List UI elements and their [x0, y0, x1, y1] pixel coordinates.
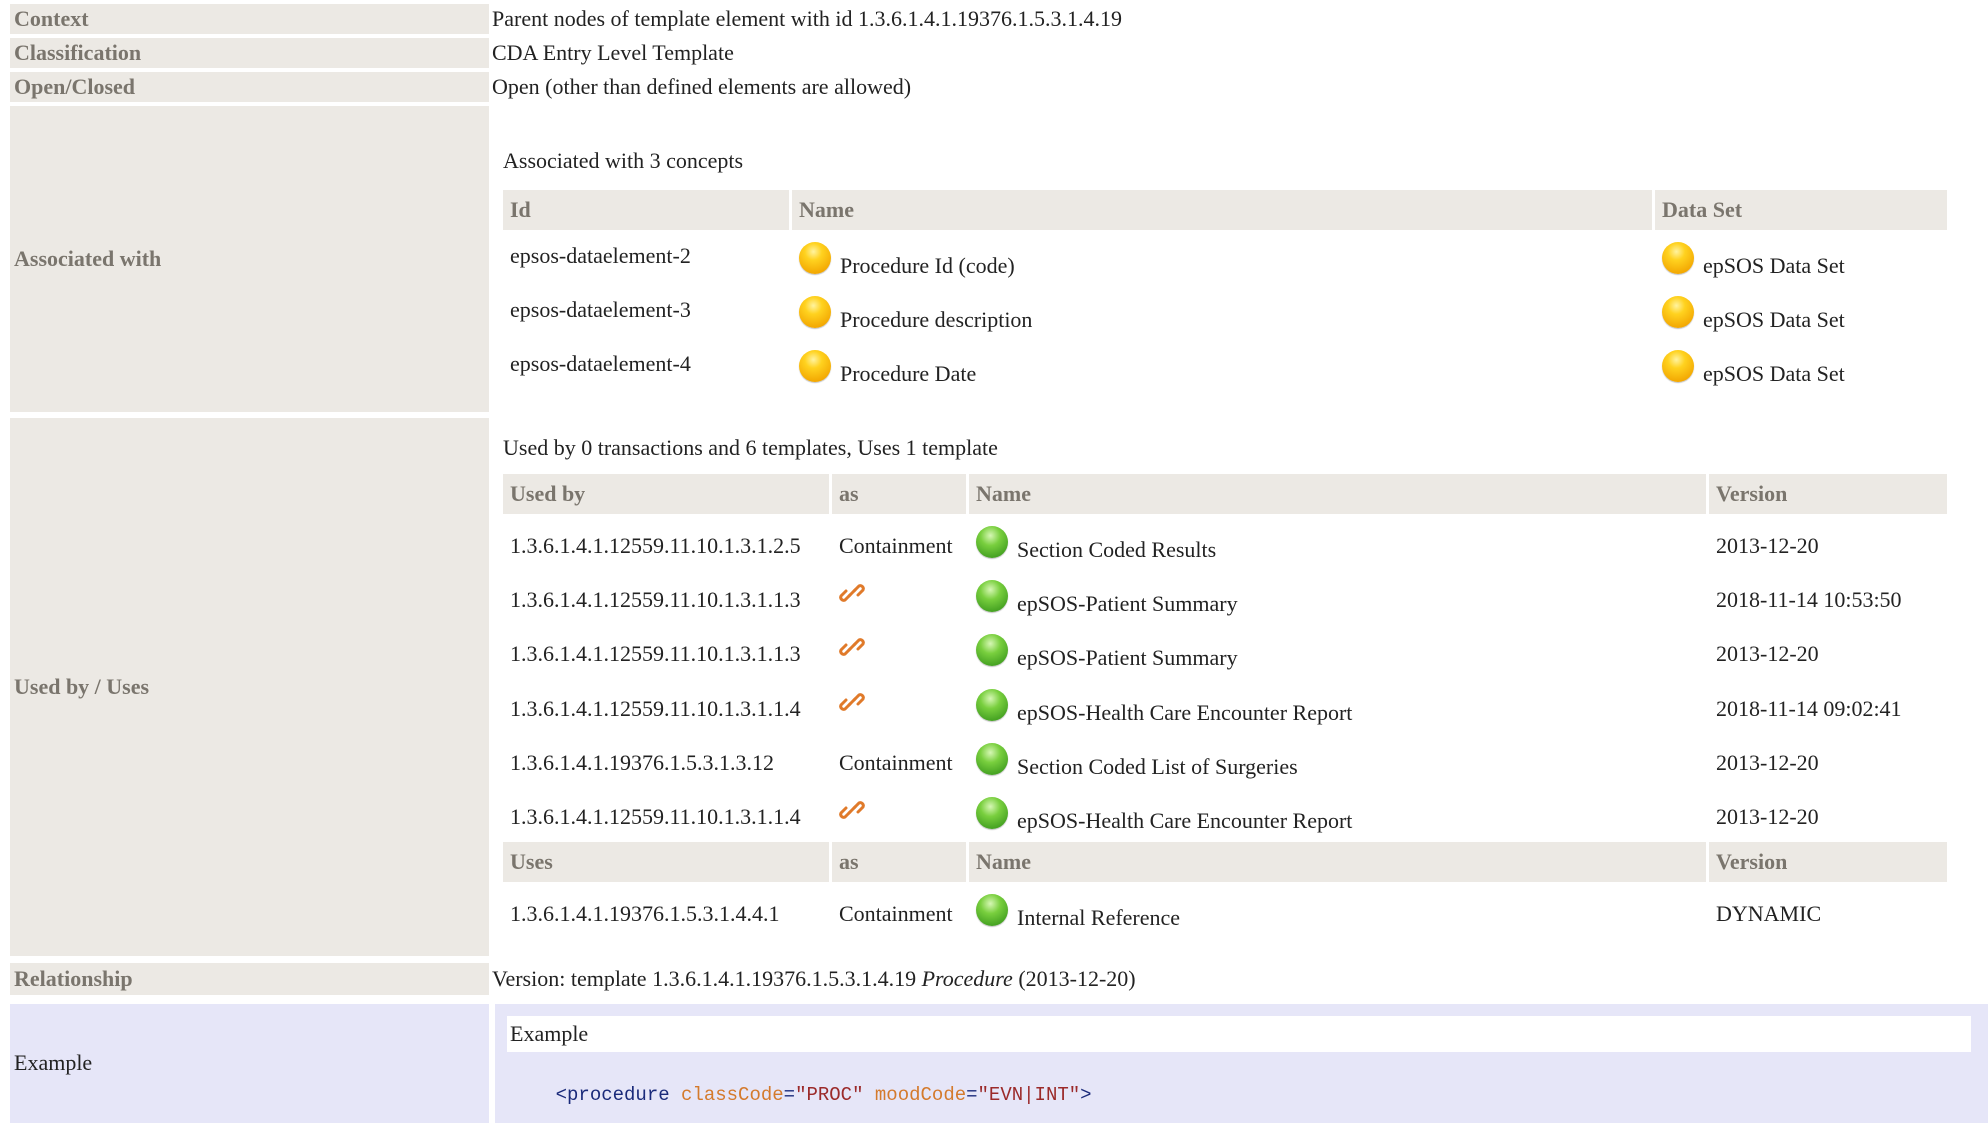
green-status-icon — [976, 580, 1008, 612]
code-attr-moodcode: moodCode — [874, 1084, 967, 1106]
yellow-status-icon — [799, 296, 831, 328]
example-label: Example — [14, 1050, 93, 1075]
openclosed-value: Open (other than defined elements are al… — [492, 74, 912, 99]
usedby-label: Used by / Uses — [10, 418, 489, 956]
assoc-row-id: epsos-dataelement-2 — [510, 243, 691, 268]
usedby-row-id[interactable]: 1.3.6.1.4.1.19376.1.5.3.1.3.12 — [510, 750, 774, 776]
usedby-row-version: 2013-12-20 — [1716, 804, 1819, 829]
associated-summary: Associated with 3 concepts — [503, 148, 744, 173]
usedby-row-version: 2013-12-20 — [1716, 750, 1819, 775]
usedby-summary: Used by 0 transactions and 6 templates, … — [503, 435, 998, 460]
usedby-row-name[interactable]: epSOS-Health Care Encounter Report — [1017, 808, 1352, 834]
assoc-header-name: Name — [792, 190, 1652, 230]
green-status-icon — [976, 634, 1008, 666]
assoc-header-id: Id — [503, 190, 789, 230]
code-tag: <procedure — [555, 1084, 670, 1106]
green-status-icon — [976, 743, 1008, 775]
code-equals: = — [783, 1084, 796, 1106]
usedby-header-version: Version — [1709, 474, 1947, 514]
green-status-icon — [976, 797, 1008, 829]
usedby-header-name: Name — [969, 474, 1706, 514]
example-code: <procedure classCode="PROC" moodCode="EV… — [510, 1062, 1092, 1128]
relationship-template-name[interactable]: Procedure — [922, 966, 1013, 991]
usedby-row-id[interactable]: 1.3.6.1.4.1.12559.11.10.1.3.1.1.3 — [510, 587, 801, 613]
uses-header-name: Name — [969, 842, 1706, 882]
relationship-suffix: (2013-12-20) — [1012, 966, 1136, 991]
green-status-icon — [976, 689, 1008, 721]
green-status-icon — [976, 526, 1008, 558]
usedby-row-as: Containment — [839, 750, 953, 775]
uses-header-as: as — [832, 842, 966, 882]
assoc-header-dataset: Data Set — [1655, 190, 1947, 230]
usedby-row-id[interactable]: 1.3.6.1.4.1.12559.11.10.1.3.1.1.3 — [510, 641, 801, 667]
uses-header-version: Version — [1709, 842, 1947, 882]
classification-value: CDA Entry Level Template — [492, 40, 734, 65]
usedby-row-version: 2013-12-20 — [1716, 641, 1819, 666]
assoc-row-dataset[interactable]: epSOS Data Set — [1703, 307, 1845, 333]
code-equals: = — [966, 1084, 978, 1106]
usedby-row-version: 2018-11-14 10:53:50 — [1716, 587, 1902, 612]
code-attr-classcode: classCode — [681, 1084, 784, 1106]
yellow-status-icon — [1662, 242, 1694, 274]
usedby-row-id[interactable]: 1.3.6.1.4.1.12559.11.10.1.3.1.2.5 — [510, 533, 801, 559]
assoc-row-id: epsos-dataelement-4 — [510, 351, 691, 376]
uses-header-uses: Uses — [503, 842, 829, 882]
usedby-row-name[interactable]: epSOS-Patient Summary — [1017, 645, 1238, 671]
usedby-row-name[interactable]: epSOS-Patient Summary — [1017, 591, 1238, 617]
usedby-header-usedby: Used by — [503, 474, 829, 514]
classification-label: Classification — [10, 38, 489, 68]
yellow-status-icon — [799, 242, 831, 274]
yellow-status-icon — [799, 350, 831, 382]
usedby-row-id[interactable]: 1.3.6.1.4.1.12559.11.10.1.3.1.1.4 — [510, 804, 801, 830]
example-content-cell: Example <procedure classCode="PROC" mood… — [495, 1004, 1988, 1123]
link-icon[interactable] — [838, 688, 866, 716]
uses-row-id[interactable]: 1.3.6.1.4.1.19376.1.5.3.1.4.4.1 — [510, 901, 780, 927]
context-label: Context — [10, 4, 489, 34]
relationship-label: Relationship — [10, 963, 489, 995]
openclosed-label: Open/Closed — [10, 72, 489, 102]
assoc-row-name[interactable]: Procedure Date — [840, 361, 976, 387]
green-status-icon — [976, 894, 1008, 926]
usedby-row-as: Containment — [839, 533, 953, 558]
code-value-proc: "PROC" — [795, 1084, 864, 1106]
example-title: Example — [510, 1021, 589, 1046]
usedby-row-name[interactable]: Section Coded Results — [1017, 537, 1216, 563]
usedby-row-id[interactable]: 1.3.6.1.4.1.12559.11.10.1.3.1.1.4 — [510, 696, 801, 722]
assoc-row-dataset[interactable]: epSOS Data Set — [1703, 253, 1845, 279]
uses-row-version: DYNAMIC — [1716, 901, 1822, 926]
assoc-row-name[interactable]: Procedure description — [840, 307, 1032, 333]
code-value-evnint: "EVN|INT" — [977, 1084, 1081, 1106]
link-icon[interactable] — [838, 796, 866, 824]
yellow-status-icon — [1662, 296, 1694, 328]
uses-row-as: Containment — [839, 901, 953, 926]
yellow-status-icon — [1662, 350, 1694, 382]
assoc-row-dataset[interactable]: epSOS Data Set — [1703, 361, 1845, 387]
link-icon[interactable] — [838, 633, 866, 661]
usedby-row-name[interactable]: epSOS-Health Care Encounter Report — [1017, 700, 1352, 726]
usedby-row-version: 2018-11-14 09:02:41 — [1716, 696, 1902, 721]
link-icon[interactable] — [838, 579, 866, 607]
relationship-prefix: Version: template 1.3.6.1.4.1.19376.1.5.… — [492, 966, 922, 991]
context-value: Parent nodes of template element with id… — [492, 6, 1122, 31]
usedby-row-version: 2013-12-20 — [1716, 533, 1819, 558]
uses-row-name[interactable]: Internal Reference — [1017, 905, 1180, 931]
code-tag-close: > — [1080, 1084, 1092, 1106]
assoc-row-name[interactable]: Procedure Id (code) — [840, 253, 1015, 279]
usedby-header-as: as — [832, 474, 966, 514]
relationship-value: Version: template 1.3.6.1.4.1.19376.1.5.… — [492, 963, 1136, 995]
assoc-row-id: epsos-dataelement-3 — [510, 297, 691, 322]
example-title-box: Example — [507, 1016, 1971, 1052]
usedby-row-name[interactable]: Section Coded List of Surgeries — [1017, 754, 1298, 780]
example-label-cell: Example — [10, 1004, 489, 1123]
associated-label: Associated with — [10, 106, 489, 412]
